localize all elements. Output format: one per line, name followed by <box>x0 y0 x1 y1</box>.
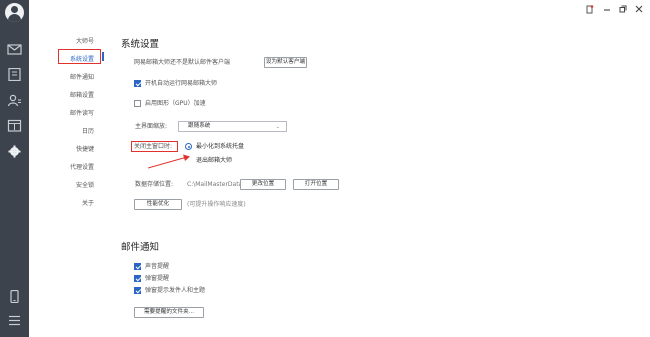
nav-item-master-account[interactable]: 大师号 <box>54 37 104 47</box>
minimize-tray-radio[interactable] <box>185 143 192 150</box>
annotation-arrow-icon <box>148 154 190 169</box>
minimize-tray-label: 最小化到系统托盘 <box>196 143 245 150</box>
settings-icon[interactable] <box>7 145 22 158</box>
sound-alert-label: 声音提醒 <box>145 263 170 270</box>
menu-icon[interactable] <box>7 314 22 327</box>
system-settings-title: 系统设置 <box>121 39 160 50</box>
optimize-button[interactable]: 性能优化 <box>134 199 182 210</box>
alert-folders-button[interactable]: 需要提醒的文件夹... <box>134 307 204 318</box>
phone-icon[interactable] <box>7 290 22 303</box>
open-location-button[interactable]: 打开位置 <box>293 179 339 190</box>
storage-label: 数据存储位置: <box>135 181 174 188</box>
gpu-checkbox[interactable] <box>134 100 141 107</box>
mail-notify-title: 邮件通知 <box>121 242 160 253</box>
set-default-client-button[interactable]: 设为默认客户端 <box>264 57 307 68</box>
popup-alert-label: 弹窗提醒 <box>145 275 170 282</box>
nav-highlight-box <box>58 49 101 64</box>
gpu-label: 启用图形（GPU）加速 <box>145 100 206 107</box>
default-client-text: 网易邮箱大师还不是默认邮件客户端 <box>134 59 231 66</box>
exit-app-label[interactable]: 退出邮箱大师 <box>196 156 232 165</box>
avatar-icon[interactable] <box>5 3 24 22</box>
settings-content: 系统设置 网易邮箱大师还不是默认邮件客户端 设为默认客户端 开机自动运行网易邮箱… <box>121 0 621 337</box>
calendar-icon[interactable] <box>7 119 22 132</box>
nav-item-security-lock[interactable]: 安全锁 <box>54 181 104 191</box>
nav-item-about[interactable]: 关于 <box>54 199 104 209</box>
popup-sender-label: 弹窗提示发件人和主题 <box>145 287 206 294</box>
scale-value: 跟随系统 <box>188 123 211 129</box>
scale-select[interactable]: 跟随系统 ⌄ <box>178 121 287 132</box>
change-location-button[interactable]: 更改位置 <box>240 179 286 190</box>
chevron-down-icon: ⌄ <box>275 124 280 130</box>
contacts-icon[interactable] <box>7 68 22 81</box>
nav-item-shortcuts[interactable]: 快捷键 <box>54 145 104 155</box>
nav-item-mailbox-settings[interactable]: 邮箱设置 <box>54 91 104 101</box>
popup-alert-checkbox[interactable] <box>134 275 141 282</box>
popup-sender-checkbox[interactable] <box>134 287 141 294</box>
nav-item-mail-rw[interactable]: 邮件读写 <box>54 109 104 119</box>
mail-icon[interactable] <box>7 43 22 56</box>
user-icon[interactable] <box>7 94 22 107</box>
nav-item-calendar[interactable]: 日历 <box>54 127 104 137</box>
nav-item-proxy[interactable]: 代理设置 <box>54 163 104 173</box>
close-icon[interactable] <box>635 5 643 15</box>
autostart-label: 开机自动运行网易邮箱大师 <box>145 80 218 87</box>
close-window-label: 关闭主窗口时: <box>134 143 173 150</box>
autostart-checkbox[interactable] <box>134 80 141 87</box>
nav-item-mail-notify[interactable]: 邮件通知 <box>54 73 104 83</box>
sound-alert-checkbox[interactable] <box>134 263 141 270</box>
nav-active-indicator <box>102 52 104 61</box>
optimize-hint: (可提升操作响应速度) <box>187 201 246 208</box>
app-rail <box>0 0 29 337</box>
scale-label: 主界面缩放: <box>135 123 168 130</box>
storage-path: C:\MailMasterData <box>187 181 243 188</box>
